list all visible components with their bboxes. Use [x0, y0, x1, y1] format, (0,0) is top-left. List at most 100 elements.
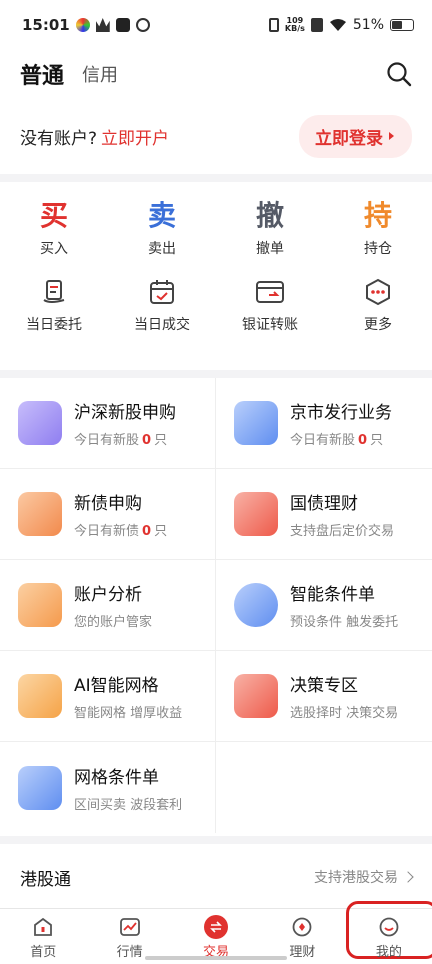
service-ai-grid[interactable]: AI智能网格 智能网格 增厚收益	[0, 651, 216, 742]
tab-home-label: 首页	[30, 945, 57, 960]
services-grid: 沪深新股申购 今日有新股 0 只 京市发行业务 今日有新股 0 只 新债申购 今日有新债…	[0, 378, 432, 833]
service-subtitle: 预设条件 触发委托	[290, 615, 399, 630]
service-sub-suffix: 只	[154, 524, 168, 539]
status-time: 15:01	[22, 16, 70, 34]
profile-icon	[377, 915, 401, 939]
home-icon	[31, 915, 55, 939]
service-subtitle: 您的账户管家	[74, 615, 153, 630]
caret-right-icon	[389, 132, 394, 140]
hk-link-text: 支持港股交易	[314, 870, 398, 886]
login-button-label: 立即登录	[315, 128, 383, 149]
service-bond-subscribe[interactable]: 新债申购 今日有新债 0 只	[0, 469, 216, 560]
service-title: AI智能网格	[74, 676, 159, 696]
bond-bag-icon	[18, 492, 62, 536]
chevron-right-icon	[402, 871, 414, 883]
services-section: 沪深新股申购 今日有新股 0 只 京市发行业务 今日有新股 0 只 新债申购 今日有新债…	[0, 378, 432, 844]
tab-credit[interactable]: 信用	[82, 61, 118, 87]
service-sub-suffix: 只	[154, 433, 168, 448]
service-sub-suffix: 只	[370, 433, 384, 448]
service-subtitle: 今日有新债 0 只	[74, 520, 167, 539]
action-position[interactable]: 持 持仓	[324, 196, 432, 258]
new-bond-count: 0	[142, 524, 152, 539]
more-label: 更多	[364, 317, 392, 333]
service-title: 新债申购	[74, 494, 142, 514]
today-orders-label: 当日委托	[26, 317, 82, 333]
action-today-orders[interactable]: 当日委托	[0, 272, 108, 334]
position-char: 持	[363, 199, 392, 232]
net-speed-unit: KB/s	[284, 24, 305, 33]
service-treasury[interactable]: 国债理财 支持盘后定价交易	[216, 469, 432, 560]
service-subtitle: 区间买卖 波段套利	[74, 797, 183, 813]
service-sub-prefix: 今日有新股	[290, 433, 356, 448]
wealth-icon	[290, 915, 314, 939]
service-title: 账户分析	[74, 585, 142, 605]
sell-label: 卖出	[148, 241, 176, 257]
grid-order-icon	[18, 765, 62, 810]
service-title: 国债理财	[290, 494, 358, 514]
battery-percent: 51%	[352, 17, 384, 33]
clock-icon	[234, 583, 278, 627]
service-subtitle: 支持盘后定价交易	[290, 524, 395, 539]
cancel-label: 撤单	[256, 241, 284, 257]
new-stock-count: 0	[358, 433, 368, 448]
tab-wealth-label: 理财	[289, 945, 316, 960]
service-title: 网格条件单	[74, 767, 159, 788]
play-icon	[115, 18, 130, 32]
treasury-card-icon	[234, 492, 278, 536]
sell-char: 卖	[147, 199, 176, 232]
transfer-card-icon	[216, 272, 324, 312]
no-account-text: 没有账户?	[20, 128, 98, 149]
home-indicator	[145, 956, 287, 960]
service-grid-order[interactable]: 网格条件单 区间买卖 波段套利	[0, 742, 216, 833]
service-sub-prefix: 今日有新债	[74, 524, 140, 539]
service-title: 智能条件单	[290, 585, 375, 605]
quick-actions: 买 买入 卖 卖出 撤 撤单 持 持仓 当日委托 当日成交 银证转账 更多	[0, 182, 432, 378]
service-sub-prefix: 今日有新股	[74, 433, 140, 448]
header: 普通 信用	[0, 50, 432, 98]
crown-icon	[95, 18, 110, 32]
tab-normal[interactable]: 普通	[20, 58, 64, 90]
link-icon	[135, 18, 150, 32]
service-empty-cell	[216, 742, 432, 833]
action-buy[interactable]: 买 买入	[0, 196, 108, 258]
position-label: 持仓	[364, 241, 392, 257]
ai-grid-icon	[18, 674, 62, 718]
tab-home[interactable]: 首页	[0, 909, 86, 964]
trade-icon	[204, 915, 229, 939]
bar-calendar-icon	[234, 401, 278, 445]
login-button[interactable]: 立即登录	[299, 114, 412, 158]
bank-transfer-label: 银证转账	[242, 317, 298, 333]
buy-char: 买	[39, 199, 68, 232]
service-subtitle: 今日有新股 0 只	[74, 429, 176, 448]
service-smart-condition[interactable]: 智能条件单 预设条件 触发委托	[216, 560, 432, 651]
calendar-check-icon	[108, 272, 216, 312]
service-bj-issue[interactable]: 京市发行业务 今日有新股 0 只	[216, 378, 432, 469]
service-decision-zone[interactable]: 决策专区 选股择时 决策交易	[216, 651, 432, 742]
service-title: 决策专区	[290, 676, 358, 696]
chart-icon	[118, 915, 142, 939]
service-title: 沪深新股申购	[74, 403, 176, 423]
status-bar: 15:01 109 KB/s 51%	[0, 0, 432, 50]
hk-title: 港股通	[20, 869, 71, 890]
vibrate-icon	[268, 18, 279, 32]
service-subtitle: 选股择时 决策交易	[290, 706, 399, 721]
action-today-trades[interactable]: 当日成交	[108, 272, 216, 334]
action-bank-transfer[interactable]: 银证转账	[216, 272, 324, 334]
tab-profile[interactable]: 我的	[346, 909, 432, 964]
sim-icon	[310, 18, 323, 32]
action-cancel[interactable]: 撤 撤单	[216, 196, 324, 258]
action-more[interactable]: 更多	[324, 272, 432, 334]
more-hexagon-icon	[324, 272, 432, 312]
lightbulb-icon	[234, 674, 278, 718]
open-account-link[interactable]: 立即开户	[101, 124, 169, 149]
new-stock-count: 0	[142, 433, 152, 448]
tab-profile-label: 我的	[375, 945, 402, 960]
ipo-calendar-icon	[18, 401, 62, 445]
today-trades-label: 当日成交	[134, 317, 190, 333]
action-sell[interactable]: 卖 卖出	[108, 196, 216, 258]
service-sh-sz-ipo[interactable]: 沪深新股申购 今日有新股 0 只	[0, 378, 216, 469]
search-icon[interactable]	[386, 61, 412, 87]
service-account-analysis[interactable]: 账户分析 您的账户管家	[0, 560, 216, 651]
hk-link[interactable]: 支持港股交易	[314, 867, 414, 887]
service-subtitle: 今日有新股 0 只	[290, 429, 392, 448]
